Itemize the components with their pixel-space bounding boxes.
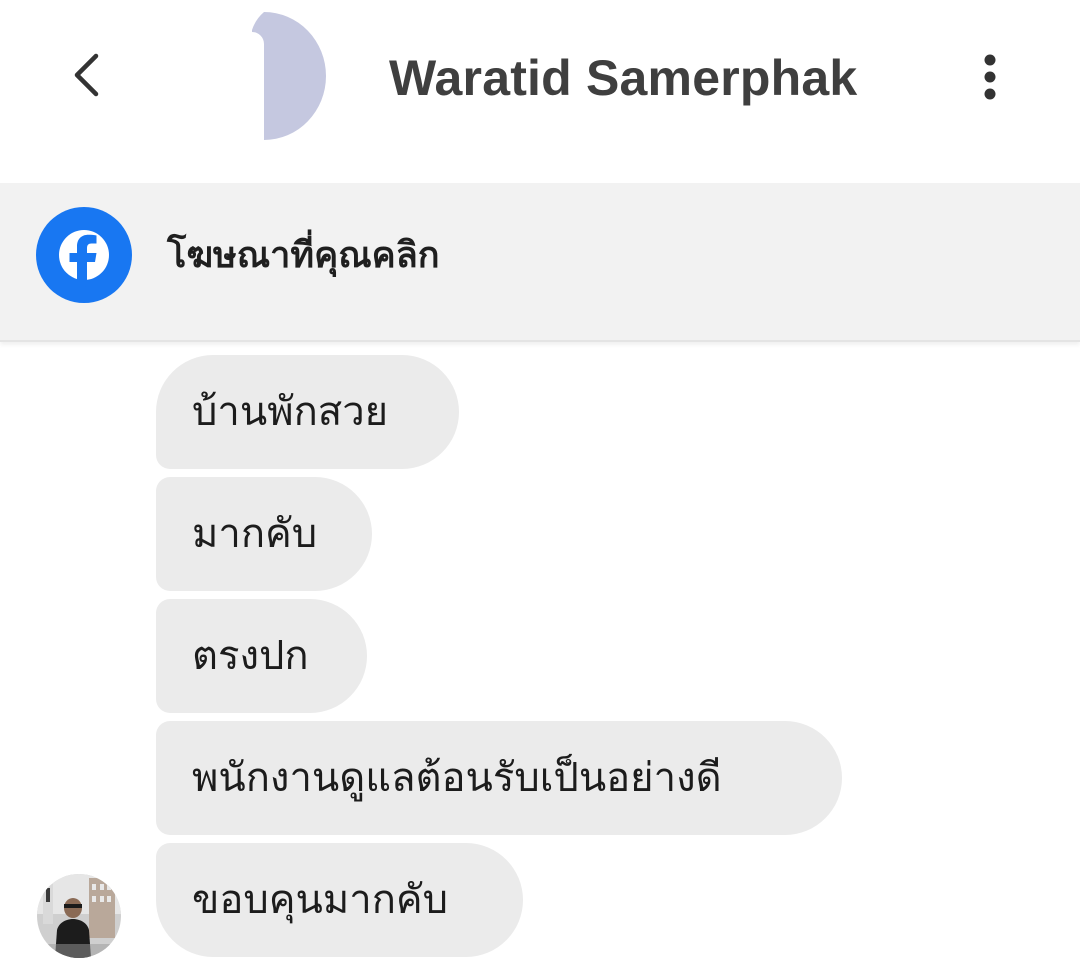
more-vertical-icon: [984, 54, 996, 100]
message-bubble[interactable]: ตรงปก: [156, 599, 367, 713]
contact-avatar[interactable]: [248, 10, 356, 142]
message-bubble[interactable]: มากคับ: [156, 477, 372, 591]
chat-header: Waratid Samerphak: [0, 0, 1080, 183]
message-bubble[interactable]: พนักงานดูแลต้อนรับเป็นอย่างดี: [156, 721, 842, 835]
message-bubble[interactable]: บ้านพักสวย: [156, 355, 459, 469]
back-button[interactable]: [60, 45, 120, 105]
chat-screen: Waratid Samerphak โฆษณาที่คุณคลิก บ้านพั…: [0, 0, 1080, 979]
message-bubble[interactable]: ขอบคุนมากคับ: [156, 843, 523, 957]
more-options-button[interactable]: [970, 50, 1010, 106]
message-text: บ้านพักสวย: [192, 389, 389, 435]
ad-context-banner[interactable]: โฆษณาที่คุณคลิก: [0, 183, 1080, 342]
facebook-icon: [36, 207, 132, 303]
sender-avatar[interactable]: [37, 874, 121, 958]
message-text: ขอบคุนมากคับ: [192, 877, 449, 923]
message-text: ตรงปก: [192, 633, 309, 679]
ad-label: โฆษณาที่คุณคลิก: [167, 235, 440, 276]
contact-name[interactable]: Waratid Samerphak: [389, 48, 857, 108]
chevron-left-icon: [74, 53, 99, 97]
message-text: พนักงานดูแลต้อนรับเป็นอย่างดี: [192, 755, 722, 801]
message-text: มากคับ: [192, 511, 318, 557]
